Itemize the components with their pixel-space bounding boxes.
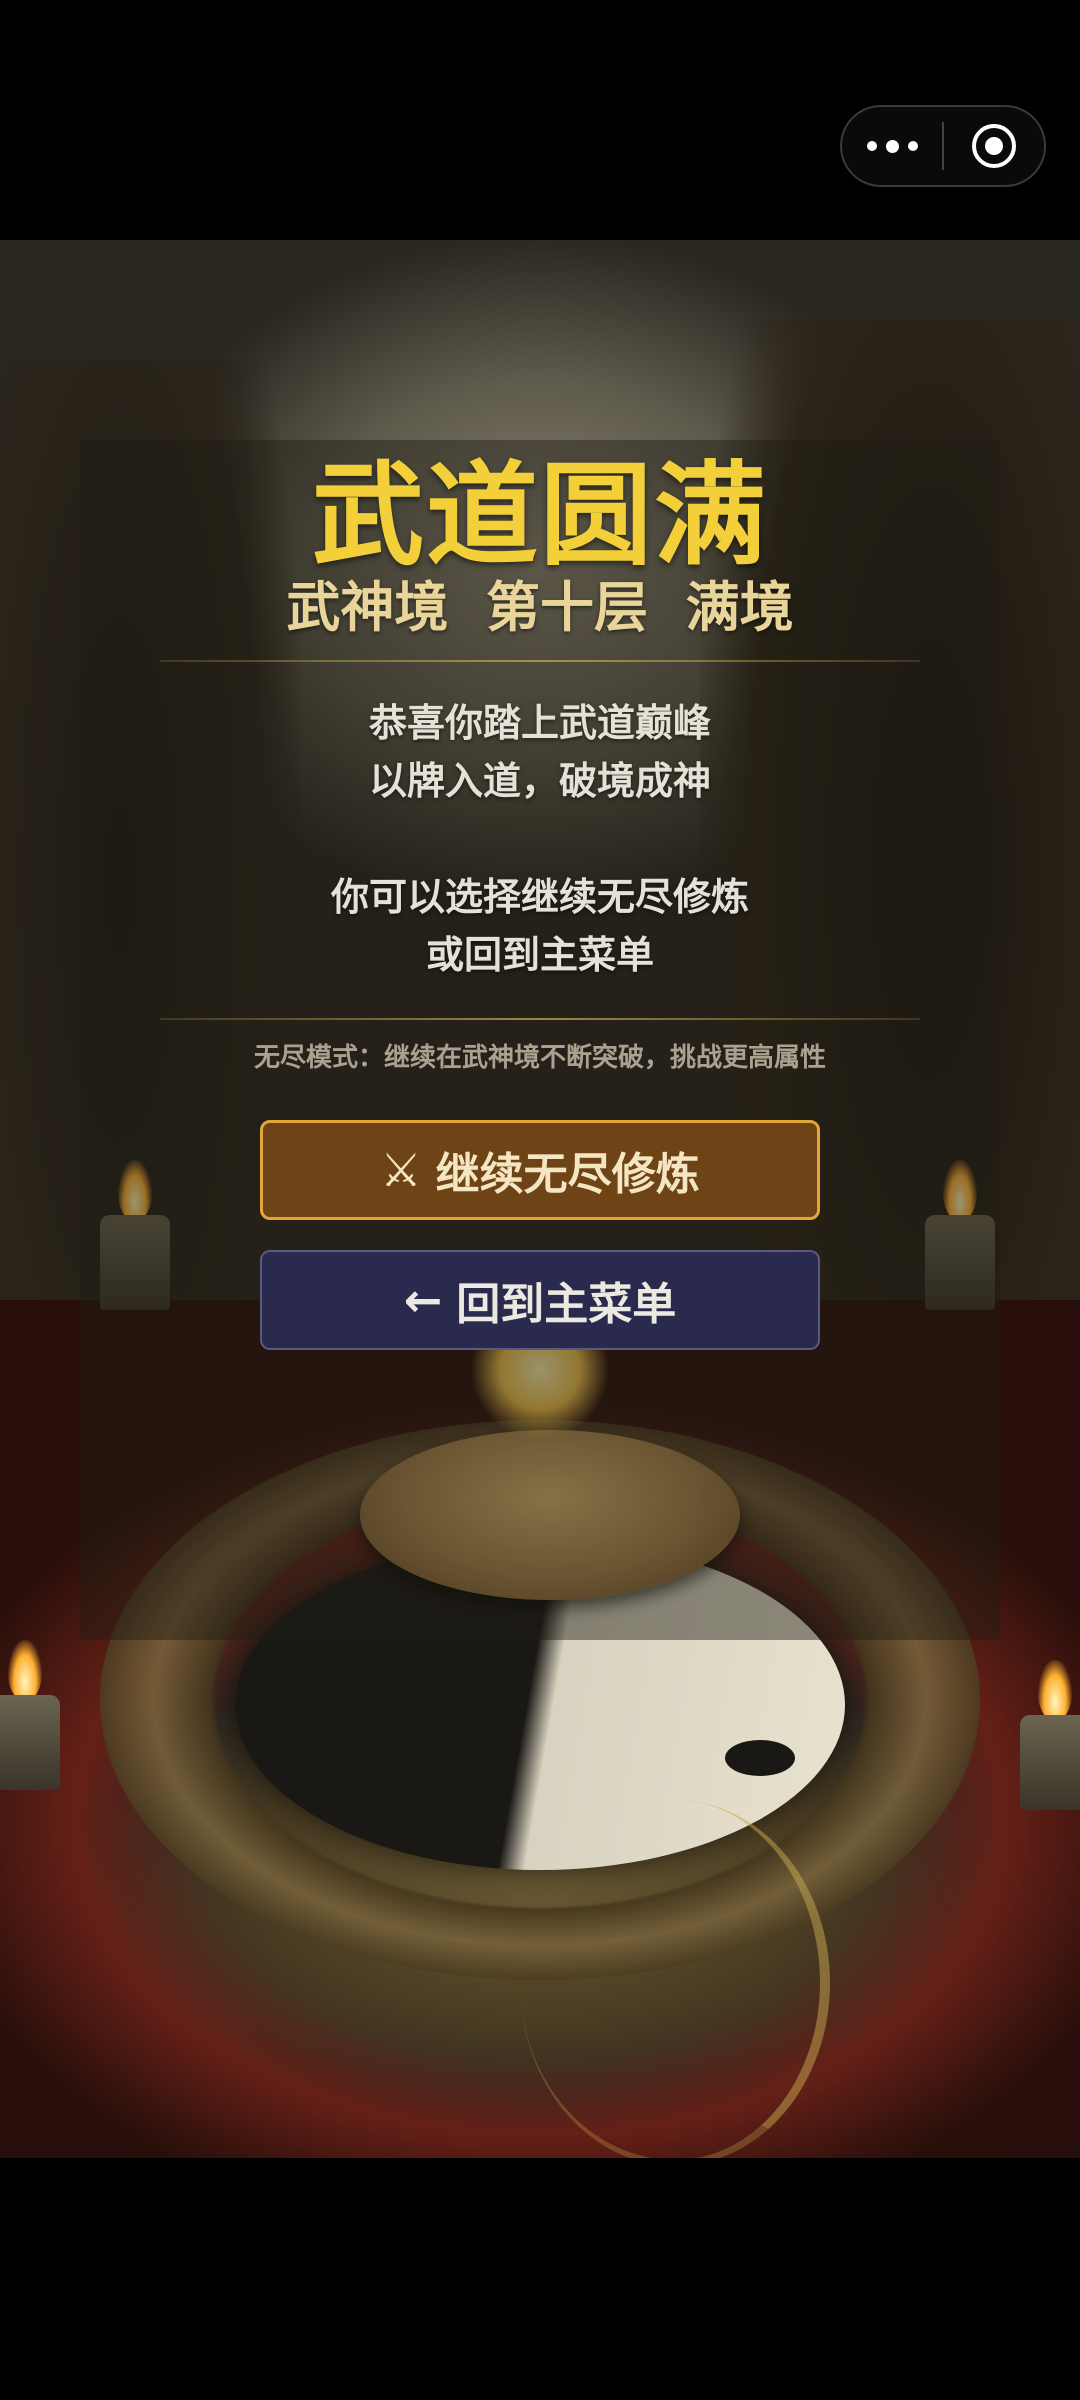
main-menu-button[interactable]: ← 回到主菜单 (260, 1250, 820, 1350)
game-screen: 武道圆满 武神境 第十层 满境 恭喜你踏上武道巅峰 以牌入道，破境成神 你可以选… (0, 0, 1080, 2400)
continue-endless-label: 继续无尽修炼 (435, 1149, 700, 1200)
flame-icon (8, 1640, 42, 1700)
crossed-swords-icon: ⚔ (380, 1143, 422, 1197)
continue-endless-button[interactable]: ⚔ 继续无尽修炼 (260, 1120, 820, 1220)
gold-stream (520, 1800, 830, 2158)
endless-mode-hint: 无尽模式：继续在武神境不断突破，挑战更高属性 (253, 1043, 826, 1073)
choice-line-2: 或回到主菜单 (425, 933, 654, 977)
more-menu-button[interactable] (842, 107, 942, 185)
target-close-icon (971, 124, 1016, 168)
more-dots-icon (866, 141, 877, 151)
congrats-line-1: 恭喜你踏上武道巅峰 (368, 701, 711, 745)
close-miniprogram-button[interactable] (944, 107, 1044, 185)
main-menu-label: 回到主菜单 (456, 1279, 677, 1330)
arrow-left-icon: ← (403, 1273, 443, 1327)
divider-top (160, 660, 920, 662)
miniprogram-capsule (840, 105, 1046, 187)
flame-icon (1038, 1660, 1072, 1720)
divider-bottom (160, 1018, 920, 1020)
realm-subtitle: 武神境 第十层 满境 (286, 576, 794, 639)
choice-line-1: 你可以选择继续无尽修炼 (330, 875, 749, 919)
lamp-right-lower (1020, 1660, 1080, 1810)
lamp-left-lower (0, 1640, 60, 1790)
congrats-line-2: 以牌入道，破境成神 (368, 759, 711, 803)
result-title: 武道圆满 (312, 451, 768, 581)
